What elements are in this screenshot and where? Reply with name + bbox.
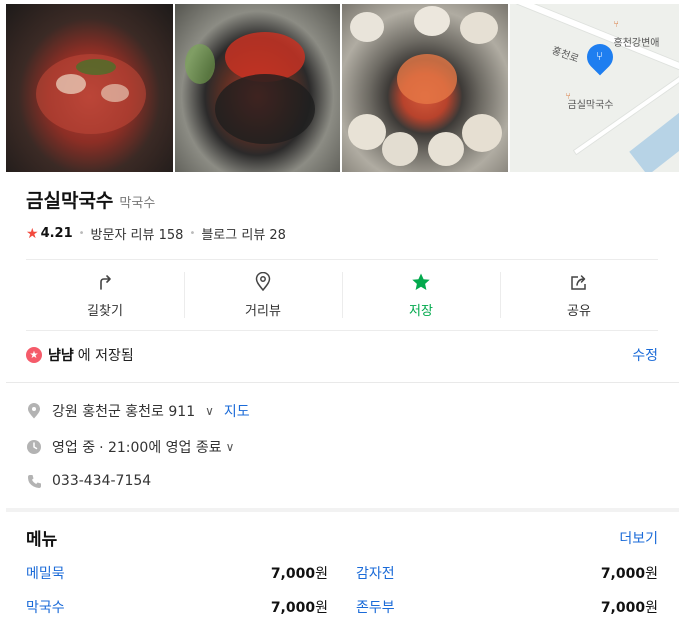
address-row: 강원 홍천군 홍천로 911 ∨ 지도 — [26, 401, 250, 421]
menu-item[interactable]: 메밀묵 7,000원 — [26, 563, 328, 583]
menu-item-name[interactable]: 감자전 — [356, 563, 395, 583]
separator-dot: • — [78, 228, 85, 239]
menu-item-price: 7,000원 — [600, 600, 658, 616]
directions-button[interactable]: 길찾기 — [26, 260, 184, 330]
menu-item-name[interactable]: 막국수 — [26, 597, 65, 617]
place-header: 금실막국수 막국수 — [26, 186, 155, 213]
location-pin-icon — [26, 403, 42, 419]
phone-icon — [26, 473, 42, 489]
photo-tofu-table[interactable] — [342, 4, 508, 172]
map-landmark-label: 홍천강변애 — [613, 38, 660, 49]
saved-text: 에 저장됨 — [77, 348, 134, 364]
menu-item[interactable]: 존두부 7,000원 — [356, 597, 658, 617]
menu-item[interactable]: 감자전 7,000원 — [356, 563, 658, 583]
place-category: 막국수 — [119, 196, 156, 211]
menu-item-price: 7,000원 — [270, 566, 328, 582]
edit-saved-button[interactable]: 수정 — [632, 345, 658, 365]
clock-icon — [26, 439, 42, 455]
closing-time: · 21:00에 영업 종료 — [99, 440, 222, 456]
directions-icon — [95, 272, 115, 292]
save-button[interactable]: 저장 — [342, 260, 500, 330]
menu-list: 메밀묵 7,000원 감자전 7,000원 막국수 7,000원 존두부 7,0… — [26, 563, 658, 617]
divider — [6, 382, 679, 383]
menu-item-name[interactable]: 메밀묵 — [26, 563, 65, 583]
saved-list-icon: ★ — [26, 347, 42, 363]
saved-status-row: ★ 냠냠 에 저장됨 수정 — [26, 345, 658, 365]
phone-row[interactable]: 033-434-7154 — [26, 473, 151, 489]
phone-number[interactable]: 033-434-7154 — [52, 473, 151, 489]
menu-item-price: 7,000원 — [600, 566, 658, 582]
street-view-label: 거리뷰 — [245, 303, 281, 319]
share-label: 공유 — [567, 303, 591, 319]
menu-item-price: 7,000원 — [270, 600, 328, 616]
menu-item-name[interactable]: 존두부 — [356, 597, 395, 617]
separator-dot: • — [189, 228, 196, 239]
directions-label: 길찾기 — [87, 303, 123, 319]
map-poi-icon: ⑂ — [613, 20, 619, 30]
menu-more-link[interactable]: 더보기 — [619, 528, 658, 548]
mini-map[interactable]: 홍천로 ⑂ 홍천강변애 ⑂ ⑂ 금실막국수 — [509, 4, 679, 172]
street-view-button[interactable]: 거리뷰 — [184, 260, 342, 330]
location-pin-icon — [253, 271, 273, 292]
share-button[interactable]: 공유 — [500, 260, 658, 330]
restaurant-icon: ⑂ — [595, 49, 604, 63]
save-label: 저장 — [409, 303, 433, 319]
visitor-reviews-link[interactable]: 방문자 리뷰 158 — [91, 224, 184, 243]
place-name[interactable]: 금실막국수 — [26, 186, 113, 213]
hours-row[interactable]: 영업 중 · 21:00에 영업 종료 ∨ — [26, 437, 234, 457]
chevron-down-icon[interactable]: ∨ — [205, 404, 214, 418]
address-text: 강원 홍천군 홍천로 911 — [52, 404, 196, 420]
action-bar: 길찾기 거리뷰 저장 공유 — [26, 259, 658, 331]
blog-reviews-link[interactable]: 블로그 리뷰 28 — [201, 224, 286, 243]
rating-row: ★ 4.21 • 방문자 리뷰 158 • 블로그 리뷰 28 — [26, 224, 286, 244]
saved-list-name[interactable]: 냠냠 — [48, 345, 74, 365]
star-icon: ★ — [26, 225, 39, 242]
menu-item[interactable]: 막국수 7,000원 — [26, 597, 328, 617]
menu-title: 메뉴 — [26, 530, 58, 550]
rating-value: 4.21 — [40, 226, 73, 241]
section-divider — [6, 508, 679, 512]
open-status: 영업 중 — [52, 440, 96, 456]
map-pin-label: 금실막국수 — [567, 100, 614, 111]
map-link[interactable]: 지도 — [224, 401, 250, 421]
photo-stew[interactable] — [6, 4, 173, 172]
chevron-down-icon[interactable]: ∨ — [226, 440, 235, 454]
photo-gallery[interactable]: 홍천로 ⑂ 홍천강변애 ⑂ ⑂ 금실막국수 — [6, 4, 679, 172]
map-road-label: 홍천로 — [549, 45, 580, 66]
photo-noodles[interactable] — [174, 4, 340, 172]
star-icon — [411, 272, 431, 292]
menu-header: 메뉴 더보기 — [26, 525, 658, 550]
share-icon — [569, 272, 589, 292]
